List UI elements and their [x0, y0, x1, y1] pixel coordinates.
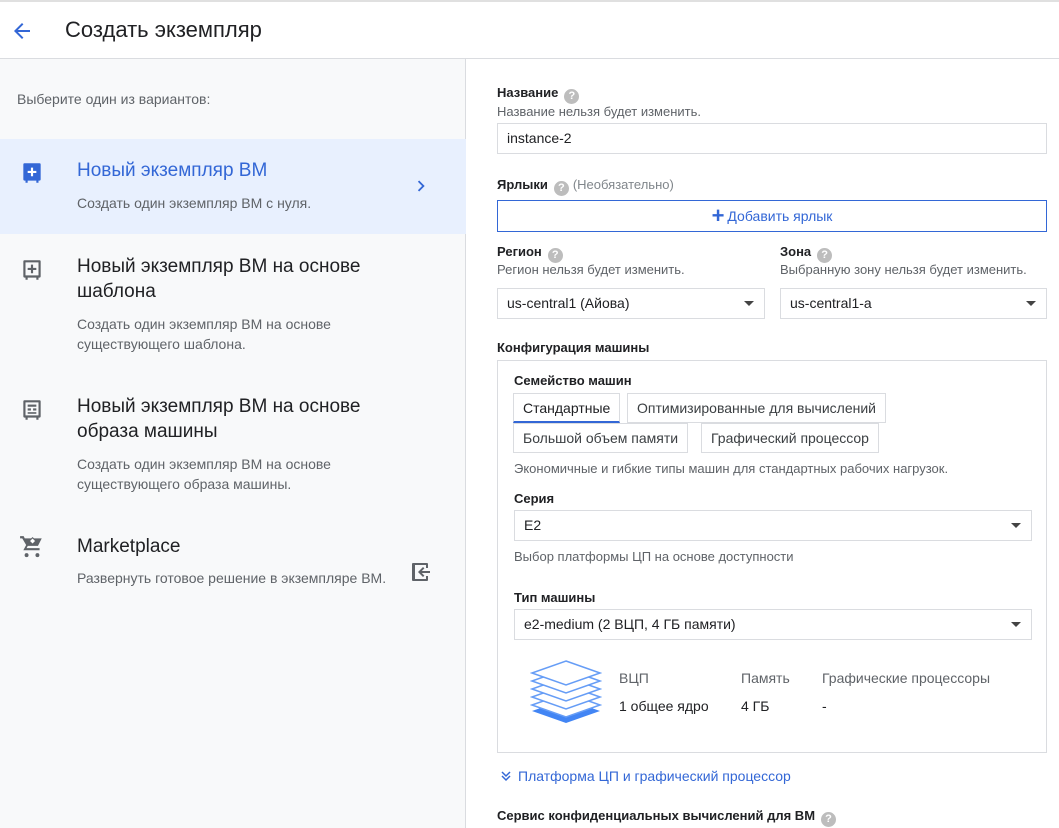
memory-value: 4 ГБ — [741, 698, 770, 714]
region-value: us-central1 (Айова) — [507, 295, 630, 311]
cpu-platform-link-text: Платформа ЦП и графический процессор — [518, 768, 791, 784]
region-hint: Регион нельзя будет изменить. — [497, 262, 685, 277]
region-label-text: Регион — [497, 244, 542, 259]
name-label-text: Название — [497, 85, 559, 100]
option-title: Marketplace — [77, 536, 181, 557]
marketplace-cart-icon — [20, 536, 42, 558]
tab-compute-optimized[interactable]: Оптимизированные для вычислений — [627, 393, 886, 423]
name-input[interactable]: instance-2 — [497, 123, 1047, 154]
tab-gpu[interactable]: Графический процессор — [701, 423, 879, 453]
confidential-vm-label: Сервис конфиденциальных вычислений для В… — [497, 808, 837, 827]
help-icon[interactable]: ? — [553, 181, 569, 196]
region-label: Регион? — [497, 244, 563, 263]
option-desc: Создать один экземпляр ВМ на основе суще… — [77, 456, 331, 492]
zone-label-text: Зона — [780, 244, 812, 259]
cpu-platform-expand-link[interactable]: Платформа ЦП и графический процессор — [500, 768, 791, 784]
vcpu-value: 1 общее ядро — [619, 698, 709, 714]
series-value: E2 — [524, 517, 542, 533]
machine-type-select[interactable]: e2-medium (2 ВЦП, 4 ГБ памяти) — [514, 609, 1032, 640]
tab-memory-optimized[interactable]: Большой объем памяти — [513, 423, 689, 453]
zone-hint: Выбранную зону нельзя будет изменить. — [780, 262, 1027, 277]
add-label-text: Добавить ярлык — [727, 208, 833, 224]
dropdown-arrow-icon — [1011, 523, 1021, 528]
region-select[interactable]: us-central1 (Айова) — [497, 288, 765, 319]
machine-config-card: Семейство машин Стандартные Оптимизирова… — [497, 360, 1047, 753]
top-bar: Создать экземпляр — [0, 0, 1059, 59]
series-label: Серия — [514, 491, 555, 506]
double-chevron-down-icon — [501, 771, 511, 782]
gpu-value: - — [822, 698, 827, 714]
option-desc: Создать один экземпляр ВМ с нуля. — [77, 195, 312, 211]
dropdown-arrow-icon — [1026, 301, 1036, 306]
machine-type-value: e2-medium (2 ВЦП, 4 ГБ памяти) — [524, 616, 736, 632]
back-arrow-icon[interactable] — [10, 19, 34, 43]
options-intro: Выберите один из вариантов: — [17, 91, 211, 107]
option-marketplace[interactable]: Marketplace Развернуть готовое решение в… — [0, 514, 466, 624]
instance-form: Название? Название нельзя будет изменить… — [467, 59, 1059, 828]
option-vm-from-template[interactable]: Новый экземпляр ВМ на основе шаблона Соз… — [0, 234, 466, 364]
creation-options-panel: Выберите один из вариантов: Новый экземп… — [0, 59, 466, 828]
help-icon[interactable]: ? — [817, 248, 833, 263]
option-title: Новый экземпляр ВМ — [77, 160, 268, 181]
help-icon[interactable]: ? — [821, 812, 837, 827]
zone-label: Зона? — [780, 244, 833, 263]
family-desc: Экономичные и гибкие типы машин для стан… — [514, 461, 949, 476]
name-label: Название? — [497, 85, 580, 104]
vm-add-icon — [23, 163, 41, 183]
confidential-label-text: Сервис конфиденциальных вычислений для В… — [497, 808, 816, 823]
labels-label: Ярлыки? (Необязательно) — [497, 177, 674, 196]
help-icon[interactable]: ? — [547, 248, 563, 263]
dropdown-arrow-icon — [744, 301, 754, 306]
option-desc: Развернуть готовое решение в экземпляре … — [77, 570, 387, 586]
machine-type-label: Тип машины — [514, 590, 596, 605]
option-desc: Создать один экземпляр ВМ на основе суще… — [77, 316, 331, 352]
dropdown-arrow-icon — [1011, 622, 1021, 627]
help-icon[interactable]: ? — [564, 89, 580, 104]
option-title: Новый экземпляр ВМ на основе шаблона — [77, 256, 361, 302]
optional-text: (Необязательно) — [572, 177, 674, 192]
family-label: Семейство машин — [514, 373, 632, 388]
zone-value: us-central1-a — [790, 295, 872, 311]
external-open-icon — [412, 563, 430, 581]
gpu-header: Графические процессоры — [822, 670, 990, 686]
vcpu-header: ВЦП — [619, 670, 649, 686]
template-add-icon — [23, 260, 41, 280]
page-title: Создать экземпляр — [65, 17, 262, 42]
chevron-right-icon — [417, 180, 425, 192]
name-hint: Название нельзя будет изменить. — [497, 104, 702, 119]
labels-label-text: Ярлыки — [497, 177, 548, 192]
option-new-vm[interactable]: Новый экземпляр ВМ Создать один экземпля… — [0, 139, 466, 234]
machine-layers-icon — [530, 660, 602, 723]
machine-image-icon — [23, 400, 41, 420]
series-select[interactable]: E2 — [514, 510, 1032, 541]
machine-config-label: Конфигурация машины — [497, 340, 650, 355]
series-hint: Выбор платформы ЦП на основе доступности — [514, 549, 794, 564]
option-vm-from-machine-image[interactable]: Новый экземпляр ВМ на основе образа маши… — [0, 374, 466, 504]
zone-select[interactable]: us-central1-a — [780, 288, 1047, 319]
add-label-button[interactable]: + Добавить ярлык — [497, 200, 1047, 232]
plus-icon: + — [711, 203, 725, 228]
memory-header: Память — [741, 670, 790, 686]
option-title: Новый экземпляр ВМ на основе образа маши… — [77, 396, 361, 442]
tab-standard[interactable]: Стандартные — [513, 393, 621, 423]
